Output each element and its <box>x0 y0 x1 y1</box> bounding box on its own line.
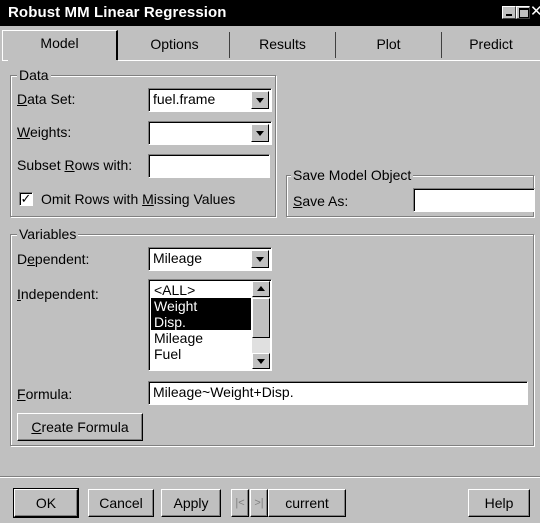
variables-legend: Variables <box>17 226 79 242</box>
apply-button[interactable]: Apply <box>161 489 221 517</box>
formula-input[interactable]: Mileage~Weight+Disp. <box>148 381 528 405</box>
create-formula-button[interactable]: Create Formula <box>17 413 143 441</box>
tab-results[interactable]: Results <box>230 32 336 58</box>
formula-value: Mileage~Weight+Disp. <box>153 384 294 400</box>
list-item[interactable]: Mileage <box>151 330 251 346</box>
ok-button[interactable]: OK <box>13 488 79 518</box>
chevron-down-icon[interactable] <box>251 124 269 142</box>
current-button[interactable]: current <box>268 489 346 517</box>
tab-predict[interactable]: Predict <box>442 32 540 58</box>
dependent-label: Dependent: <box>17 251 90 267</box>
data-set-label: Data Set: <box>17 91 76 107</box>
list-item[interactable]: <ALL> <box>151 282 251 298</box>
tab-options[interactable]: Options <box>120 32 230 58</box>
data-set-value: fuel.frame <box>153 91 216 107</box>
checkmark-icon: ✓ <box>20 191 32 206</box>
formula-label: Formula: <box>17 386 73 402</box>
tab-model[interactable]: Model <box>2 30 118 60</box>
scroll-down-icon[interactable] <box>252 353 270 369</box>
tab-strip: Model Options Results Plot Predict <box>0 26 540 64</box>
data-group-legend: Data <box>17 67 51 83</box>
tab-label: Predict <box>469 36 513 52</box>
variables-group: Variables Dependent: Mileage Independent… <box>10 226 534 446</box>
minimize-button[interactable] <box>502 6 516 19</box>
list-item[interactable]: Fuel <box>151 346 251 362</box>
independent-listbox[interactable]: <ALL> Weight Disp. Mileage Fuel <box>148 279 272 371</box>
cancel-button[interactable]: Cancel <box>88 489 154 517</box>
window-title: Robust MM Linear Regression <box>8 4 227 21</box>
title-bar[interactable]: Robust MM Linear Regression ✕ <box>0 0 540 26</box>
omit-missing-label[interactable]: Omit Rows with Missing Values <box>41 191 235 207</box>
weights-combo[interactable] <box>148 121 272 145</box>
dialog-window: Robust MM Linear Regression ✕ Model Opti… <box>0 0 540 523</box>
next-button[interactable]: >| <box>250 489 268 517</box>
scroll-thumb[interactable] <box>252 298 270 338</box>
independent-label: Independent: <box>17 286 99 302</box>
tab-label: Plot <box>376 36 401 52</box>
data-group: Data Data Set: fuel.frame Weights: Subse… <box>10 67 276 217</box>
dependent-combo[interactable]: Mileage <box>148 247 272 271</box>
help-button[interactable]: Help <box>468 489 530 517</box>
weights-label: Weights: <box>17 124 72 140</box>
save-model-group: Save Model Object Save As: <box>286 167 535 217</box>
list-item[interactable]: Weight <box>151 298 251 314</box>
dependent-value: Mileage <box>153 250 203 266</box>
close-icon[interactable]: ✕ <box>530 4 540 19</box>
omit-missing-checkbox[interactable]: ✓ <box>19 192 33 206</box>
chevron-down-icon[interactable] <box>251 91 269 109</box>
tab-label: Model <box>40 35 79 51</box>
save-as-label: Save As: <box>293 193 349 209</box>
save-model-legend: Save Model Object <box>291 167 414 183</box>
previous-button[interactable]: |< <box>231 489 249 517</box>
maximize-button[interactable] <box>516 6 530 19</box>
subset-rows-input[interactable] <box>148 154 270 178</box>
tab-plot[interactable]: Plot <box>336 32 442 58</box>
data-set-combo[interactable]: fuel.frame <box>148 88 272 112</box>
tab-label: Results <box>259 36 306 52</box>
list-item[interactable]: Disp. <box>151 314 251 330</box>
listbox-scrollbar[interactable] <box>252 281 270 369</box>
subset-label: Subset Rows with: <box>17 157 133 173</box>
tab-label: Options <box>150 36 199 52</box>
save-as-input[interactable] <box>413 188 535 212</box>
scroll-up-icon[interactable] <box>252 281 270 297</box>
chevron-down-icon[interactable] <box>251 250 269 268</box>
